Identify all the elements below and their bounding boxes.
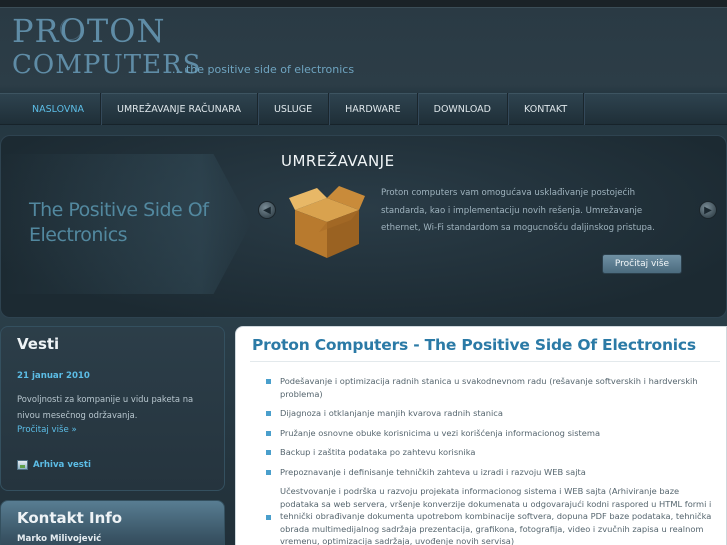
cardboard-box-icon bbox=[289, 186, 365, 258]
contact-name: Marko Milivojević bbox=[17, 534, 102, 544]
featured-slider: The Positive Side Of Electronics UMREŽAV… bbox=[0, 135, 727, 318]
news-archive-link[interactable]: Arhiva vesti bbox=[17, 460, 91, 470]
slide-read-more-button[interactable]: Pročitaj više bbox=[602, 254, 682, 274]
list-item: Dijagnoza i otklanjanje manjih kvarova r… bbox=[264, 407, 712, 420]
nav-item-hardware[interactable]: HARDWARE bbox=[329, 93, 418, 125]
main-nav: NASLOVNA UMREŽAVANJE RAČUNARA USLUGE HAR… bbox=[0, 93, 727, 125]
nav-item-naslovna[interactable]: NASLOVNA bbox=[16, 93, 102, 125]
top-bar bbox=[0, 0, 727, 8]
main-content: Proton Computers - The Positive Side Of … bbox=[235, 326, 727, 545]
list-item-text: Podešavanje i optimizacija radnih stanic… bbox=[280, 376, 698, 399]
contact-panel: Kontakt Info Marko Milivojević bbox=[0, 500, 225, 545]
square-bullet-icon bbox=[266, 430, 271, 436]
list-item-text: Učestvovanje i podrška u razvoju projeka… bbox=[280, 486, 712, 545]
square-bullet-icon bbox=[266, 379, 271, 384]
square-bullet-icon bbox=[266, 515, 271, 520]
list-item: Učestvovanje i podrška u razvoju projeka… bbox=[264, 485, 712, 545]
slider-tagline-line2: Electronics bbox=[29, 224, 128, 246]
logo-tagline: ... the positive side of electronics bbox=[172, 63, 355, 76]
list-item-text: Dijagnoza i otklanjanje manjih kvarova r… bbox=[280, 408, 503, 418]
list-item: Prepoznavanje i definisanje tehničkih za… bbox=[264, 466, 712, 479]
news-text: Povoljnosti za kompanije u vidu paketa n… bbox=[17, 394, 194, 420]
news-read-more-link[interactable]: Pročitaj više » bbox=[17, 425, 77, 435]
title-divider bbox=[250, 361, 720, 362]
list-item: Backup i zaštita podataka po zahtevu kor… bbox=[264, 446, 712, 459]
square-bullet-icon bbox=[266, 411, 271, 416]
chevron-right-icon[interactable]: ▶ bbox=[699, 201, 717, 219]
image-icon bbox=[17, 460, 28, 470]
chevron-left-icon[interactable]: ◀ bbox=[258, 201, 276, 219]
logo-proton-text: PROTON bbox=[12, 12, 166, 50]
news-archive-label: Arhiva vesti bbox=[33, 460, 91, 470]
contact-panel-title: Kontakt Info bbox=[17, 509, 123, 527]
nav-item-kontakt[interactable]: KONTAKT bbox=[508, 93, 585, 125]
slide-text: Proton computers vam omogućava usklađiva… bbox=[381, 188, 655, 233]
slider-tagline: The Positive Side Of Electronics bbox=[29, 198, 209, 248]
square-bullet-icon bbox=[266, 469, 271, 475]
square-bullet-icon bbox=[266, 450, 271, 455]
list-item-text: Pružanje osnovne obuke korisnicima u vez… bbox=[280, 427, 601, 438]
news-date: 21 januar 2010 bbox=[17, 371, 90, 381]
services-list: Podešavanje i optimizacija radnih stanic… bbox=[264, 375, 712, 545]
nav-item-download[interactable]: DOWNLOAD bbox=[418, 93, 508, 125]
nav-item-usluge[interactable]: USLUGE bbox=[258, 93, 330, 125]
list-item-text: Prepoznavanje i definisanje tehničkih za… bbox=[280, 466, 586, 477]
slider-tagline-line1: The Positive Side Of bbox=[29, 199, 209, 221]
list-item: Pružanje osnovne obuke korisnicima u vez… bbox=[264, 427, 712, 440]
list-item-text: Backup i zaštita podataka po zahtevu kor… bbox=[280, 447, 476, 457]
page-title: Proton Computers - The Positive Side Of … bbox=[252, 336, 696, 354]
news-panel: Vesti 21 januar 2010 Povoljnosti za komp… bbox=[0, 326, 225, 491]
list-item: Podešavanje i optimizacija radnih stanic… bbox=[264, 375, 712, 400]
slide-title: UMREŽAVANJE bbox=[281, 152, 395, 170]
news-panel-title: Vesti bbox=[17, 335, 60, 353]
nav-item-umrezavanje-racunara[interactable]: UMREŽAVANJE RAČUNARA bbox=[101, 93, 258, 125]
site-logo[interactable]: PROTON COMPUTERS ... the positive side o… bbox=[12, 12, 372, 82]
page: PROTON COMPUTERS ... the positive side o… bbox=[0, 0, 727, 545]
